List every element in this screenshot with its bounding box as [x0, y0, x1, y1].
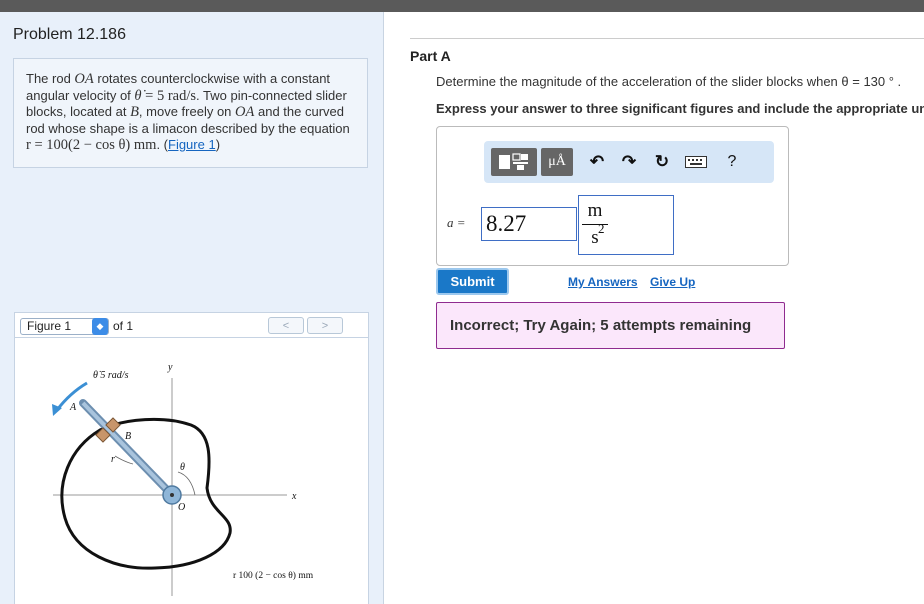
units-button[interactable]: μÅ — [541, 148, 573, 176]
figure-select[interactable]: Figure 1 ◆ — [20, 318, 109, 335]
desc-text: ) — [215, 137, 221, 152]
unit-exponent: 2 — [598, 221, 605, 236]
limacon-curve — [60, 417, 232, 570]
limacon-equation: r = 100(2 − cos θ) mm — [26, 137, 157, 153]
problem-title: Problem 12.186 — [13, 26, 126, 43]
top-bar — [0, 0, 924, 12]
templates-button[interactable] — [491, 148, 537, 176]
x-label: x — [291, 491, 297, 502]
rod-symbol: OA — [235, 104, 255, 120]
r-label: r — [111, 454, 115, 465]
O-label: O — [178, 502, 185, 513]
equation-label: r 100 (2 − cos θ) mm — [233, 570, 314, 581]
answer-variable: a = — [447, 215, 466, 230]
figure-select-value: Figure 1 — [27, 319, 72, 333]
keyboard-glyph — [685, 156, 707, 168]
theta-dot-symbol: θ̇ — [134, 87, 142, 104]
desc-text: , move freely on — [138, 104, 236, 119]
prev-figure-button[interactable]: < — [268, 317, 304, 334]
units-fraction: m s2 — [579, 200, 611, 249]
unit-denominator: s2 — [579, 221, 611, 249]
rod-symbol: OA — [74, 71, 94, 87]
divider — [410, 38, 924, 39]
figure-link[interactable]: Figure 1 — [168, 137, 216, 152]
help-button[interactable]: ? — [720, 148, 744, 176]
figure-panel: θ̇ 5 rad/s y x A B r θ O r 100 (2 − cos … — [14, 338, 369, 604]
answer-units-input[interactable]: m s2 — [578, 195, 674, 255]
desc-text: . ( — [156, 137, 168, 152]
problem-description: The rod OA rotates counterclockwise with… — [13, 58, 368, 168]
A-label: A — [69, 402, 77, 413]
theta-label: θ — [180, 462, 185, 473]
submit-button[interactable]: Submit — [436, 268, 509, 295]
next-figure-button[interactable]: > — [307, 317, 343, 334]
limacon-figure: θ̇ 5 rad/s y x A B r θ O r 100 (2 − cos … — [52, 362, 314, 596]
omega-label: θ̇ 5 rad/s — [93, 370, 129, 381]
instruction-text: Express your answer to three significant… — [436, 101, 924, 116]
figure-count: of 1 — [113, 319, 134, 333]
part-label: Part A — [410, 48, 451, 64]
select-arrows-icon: ◆ — [92, 318, 108, 335]
keyboard-icon[interactable] — [683, 148, 709, 176]
y-label: y — [167, 362, 173, 373]
B-label: B — [125, 431, 131, 442]
figure-navigation: Figure 1 ◆ of 1 < > — [14, 312, 369, 338]
rod-highlight — [81, 401, 174, 497]
feedback-message: Incorrect; Try Again; 5 attempts remaini… — [436, 302, 785, 349]
undo-icon[interactable]: ↶ — [585, 148, 609, 176]
desc-text: The rod — [26, 71, 75, 86]
pivot-pin — [170, 493, 174, 497]
question-text: Determine the magnitude of the accelerat… — [436, 74, 902, 89]
my-answers-link[interactable]: My Answers — [568, 275, 638, 289]
templates-icon — [499, 153, 528, 170]
unit-numerator: m — [587, 200, 603, 221]
B-symbol: B — [130, 104, 139, 120]
math-toolbar: μÅ ↶ ↷ ↻ ? — [484, 141, 774, 183]
angular-velocity-value: = 5 rad/s — [141, 87, 197, 104]
answer-box: μÅ ↶ ↷ ↻ ? a = 8.27 m s2 — [436, 126, 789, 266]
give-up-link[interactable]: Give Up — [650, 275, 695, 289]
reset-icon[interactable]: ↻ — [650, 148, 674, 176]
redo-icon[interactable]: ↷ — [617, 148, 641, 176]
answer-value-input[interactable]: 8.27 — [481, 207, 577, 241]
